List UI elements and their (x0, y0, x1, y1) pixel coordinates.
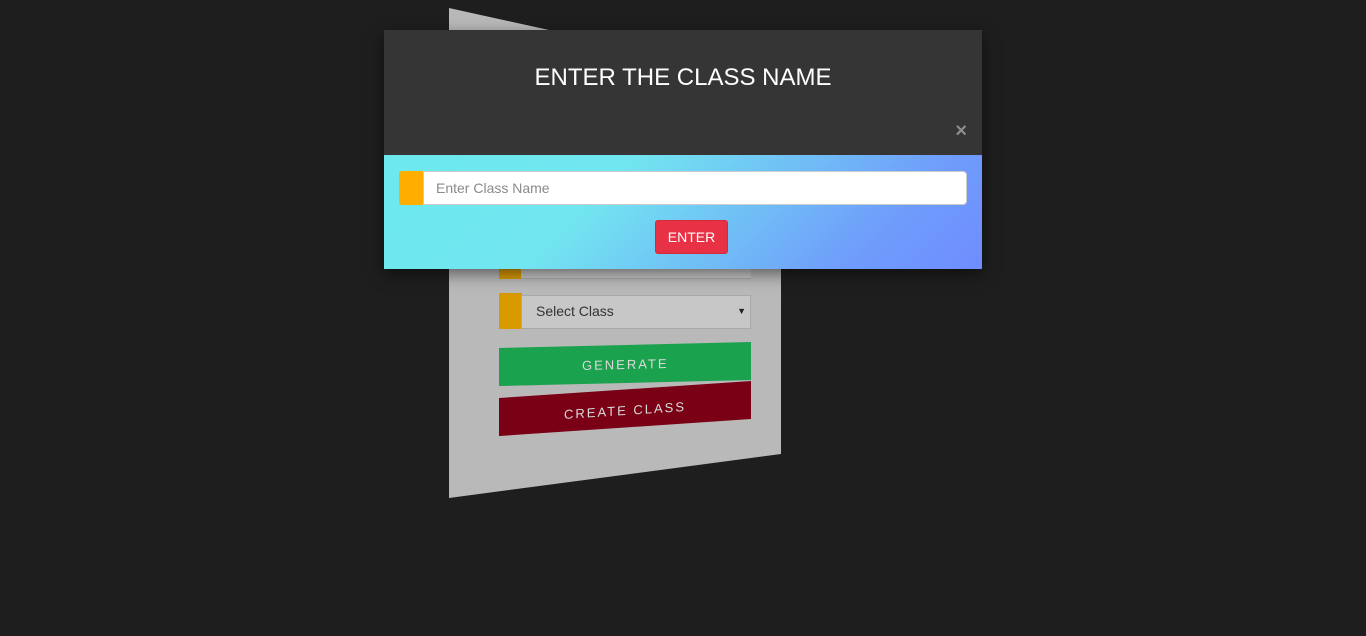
enter-button[interactable]: ENTER (655, 220, 728, 254)
select-addon-icon (499, 293, 522, 329)
modal-title: ENTER THE CLASS NAME (534, 64, 832, 91)
generate-button[interactable]: GENERATE (499, 342, 751, 386)
select-class-row: Select Class ▼ (499, 293, 751, 329)
class-name-input[interactable] (423, 171, 967, 205)
create-class-label: CREATE CLASS (563, 398, 686, 423)
page: Select Class ▼ GENERATE CREATE CLASS ENT… (0, 0, 1366, 636)
class-name-input-group (399, 171, 967, 205)
select-class-value: Select Class (536, 303, 614, 319)
class-name-modal: ENTER THE CLASS NAME × ENTER (384, 30, 982, 269)
input-addon-icon (399, 171, 423, 205)
modal-body: ENTER (384, 155, 982, 269)
modal-header: ENTER THE CLASS NAME × (384, 30, 982, 155)
generate-label: GENERATE (581, 355, 669, 373)
select-class-dropdown[interactable]: Select Class ▼ (521, 295, 751, 329)
close-icon[interactable]: × (955, 120, 967, 143)
caret-down-icon: ▼ (737, 306, 746, 316)
